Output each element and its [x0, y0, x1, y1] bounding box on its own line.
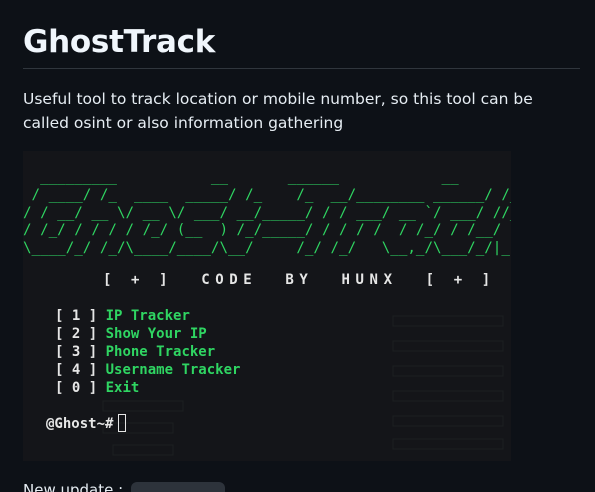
- menu-item-number: [ 0 ]: [55, 380, 98, 396]
- heading-divider: [23, 68, 580, 69]
- next-section-heading: New update :: [23, 481, 226, 492]
- menu-item-label: Phone Tracker: [105, 344, 216, 360]
- terminal-cursor: [118, 414, 126, 432]
- menu-item-label: Show Your IP: [105, 326, 207, 342]
- code-by-credit: [ + ] CODE BY HUNX [ + ]: [103, 272, 496, 288]
- menu-item-ip-tracker: [ 1 ] IP Tracker: [55, 307, 190, 325]
- terminal-screenshot: _________ __ ______ __ / ____/ /_ ____ _…: [23, 151, 511, 461]
- readme-heading: GhostTrack: [23, 24, 216, 60]
- menu-item-label: Exit: [105, 380, 140, 396]
- next-section-label: New update :: [23, 481, 124, 492]
- menu-item-show-your-ip: [ 2 ] Show Your IP: [55, 325, 207, 343]
- menu-item-exit: [ 0 ] Exit: [55, 379, 139, 397]
- shell-prompt: @Ghost~#: [46, 416, 114, 432]
- ghosttrack-ascii-banner: _________ __ ______ __ / ____/ /_ ____ _…: [23, 169, 511, 257]
- menu-item-number: [ 4 ]: [55, 362, 98, 378]
- menu-item-number: [ 2 ]: [55, 326, 98, 342]
- readme-description: Useful tool to track location or mobile …: [23, 90, 533, 132]
- menu-item-label: IP Tracker: [105, 308, 190, 324]
- menu-item-number: [ 1 ]: [55, 308, 98, 324]
- inline-code-pill: [131, 481, 226, 492]
- menu-item-phone-tracker: [ 3 ] Phone Tracker: [55, 343, 215, 361]
- menu-item-label: Username Tracker: [105, 362, 241, 378]
- menu-item-username-tracker: [ 4 ] Username Tracker: [55, 361, 240, 379]
- menu-item-number: [ 3 ]: [55, 344, 98, 360]
